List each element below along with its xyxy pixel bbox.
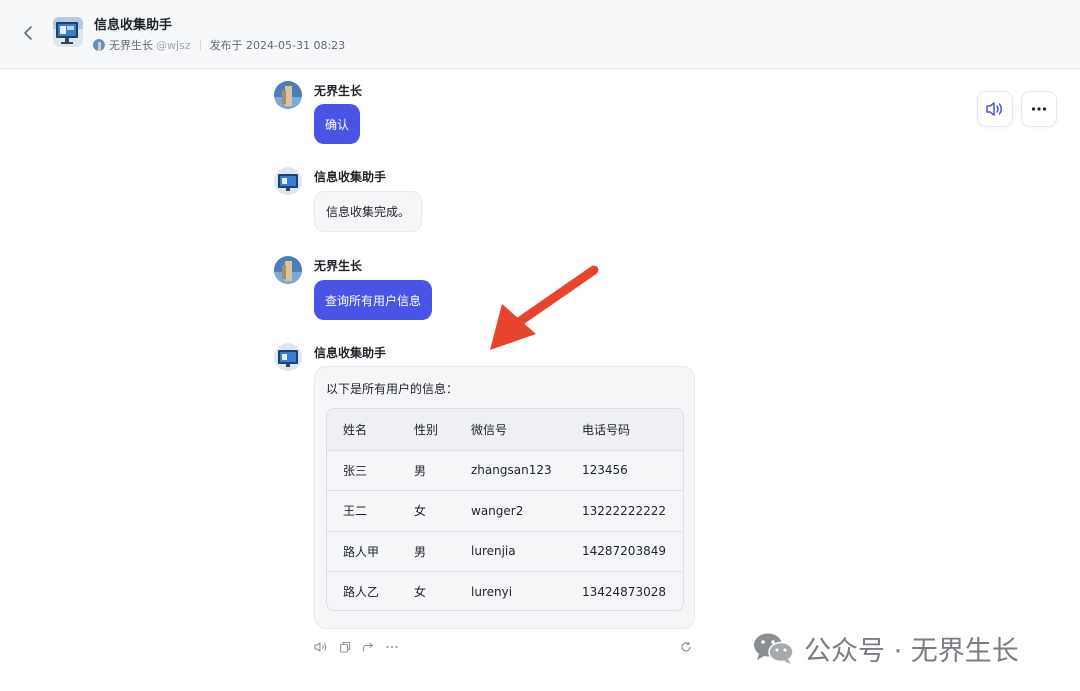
back-button[interactable] <box>18 22 38 44</box>
bot-avatar <box>53 17 83 47</box>
speaker-button[interactable] <box>977 91 1013 127</box>
speaker-icon <box>314 642 327 652</box>
cell-name: 路人乙 <box>343 585 380 600</box>
table-row: 路人甲 男 lurenjia 14287203849 <box>327 530 683 572</box>
cell-gender: 女 <box>414 585 427 600</box>
copy-icon <box>339 641 351 653</box>
cell-wechat: wanger2 <box>471 503 524 518</box>
author-handle: @wjsz <box>156 38 191 52</box>
more-icon <box>1031 107 1047 111</box>
bot-avatar-small <box>274 167 302 195</box>
author-name[interactable]: 无界生长 <box>109 37 153 53</box>
more-button[interactable] <box>1021 91 1057 127</box>
cell-gender: 男 <box>414 544 427 559</box>
more-actions-button[interactable] <box>385 640 399 654</box>
user-avatar <box>274 81 302 109</box>
share-button[interactable] <box>361 640 375 654</box>
table-row: 张三 男 zhangsan123 123456 <box>327 449 683 491</box>
cell-wechat: lurenjia <box>471 544 516 559</box>
read-aloud-button[interactable] <box>314 640 328 654</box>
table-row: 路人乙 女 lurenyi 13424873028 <box>327 571 683 610</box>
author-avatar <box>93 39 105 51</box>
user-message-bubble: 查询所有用户信息 <box>314 280 433 320</box>
column-header: 微信号 <box>471 422 508 437</box>
header-meta: 无界生长 @wjsz 发布于 2024-05-31 08:23 <box>93 37 345 53</box>
cell-name: 路人甲 <box>343 544 380 559</box>
cell-gender: 男 <box>414 463 427 478</box>
red-arrow-annotation <box>490 265 599 350</box>
sender-name: 无界生长 <box>314 84 363 98</box>
cell-gender: 女 <box>414 504 427 519</box>
share-icon <box>362 642 374 652</box>
page-title: 信息收集助手 <box>94 18 173 33</box>
user-info-table: 姓名 性别 微信号 电话号码 张三 男 zhangsan123 123456 王… <box>326 408 684 611</box>
user-message-bubble: 确认 <box>314 104 361 144</box>
cell-phone: 13222222222 <box>582 503 666 518</box>
table-intro-text: 以下是所有用户的信息： <box>326 382 459 396</box>
copy-button[interactable] <box>338 640 352 654</box>
cell-phone: 14287203849 <box>582 544 666 559</box>
column-header: 姓名 <box>343 422 368 437</box>
table-header-row: 姓名 性别 微信号 电话号码 <box>327 409 683 450</box>
refresh-icon <box>681 641 691 652</box>
column-header: 性别 <box>414 422 439 437</box>
user-avatar <box>274 256 302 284</box>
watermark-text: 公众号 · 无界生长 <box>804 635 1019 667</box>
regenerate-button[interactable] <box>679 640 693 654</box>
top-header: 信息收集助手 无界生长 @wjsz 发布于 2024-05-31 08:23 <box>0 0 1080 69</box>
cell-name: 张三 <box>343 463 368 478</box>
sender-name: 无界生长 <box>314 259 363 273</box>
table-row: 王二 女 wanger2 13222222222 <box>327 490 683 531</box>
sender-name: 信息收集助手 <box>314 170 387 184</box>
column-header: 电话号码 <box>582 422 631 437</box>
publish-date: 发布于 2024-05-31 08:23 <box>209 39 346 52</box>
message-actions <box>314 640 695 656</box>
cell-phone: 123456 <box>582 463 628 478</box>
meta-divider <box>199 39 201 51</box>
cell-phone: 13424873028 <box>582 584 666 599</box>
wechat-icon <box>754 633 794 664</box>
cell-wechat: lurenyi <box>471 584 513 599</box>
cell-wechat: zhangsan123 <box>471 463 552 478</box>
bot-table-message: 以下是所有用户的信息： 姓名 性别 微信号 电话号码 张三 男 zhangsan… <box>314 366 695 629</box>
bot-avatar-small <box>274 343 302 371</box>
more-icon <box>386 646 398 648</box>
sender-name: 信息收集助手 <box>314 346 387 360</box>
bot-message-bubble: 信息收集完成。 <box>314 191 423 232</box>
cell-name: 王二 <box>343 504 368 519</box>
speaker-icon <box>986 102 1002 116</box>
back-chevron-icon <box>24 26 32 40</box>
watermark: 公众号 · 无界生长 <box>752 630 1019 667</box>
